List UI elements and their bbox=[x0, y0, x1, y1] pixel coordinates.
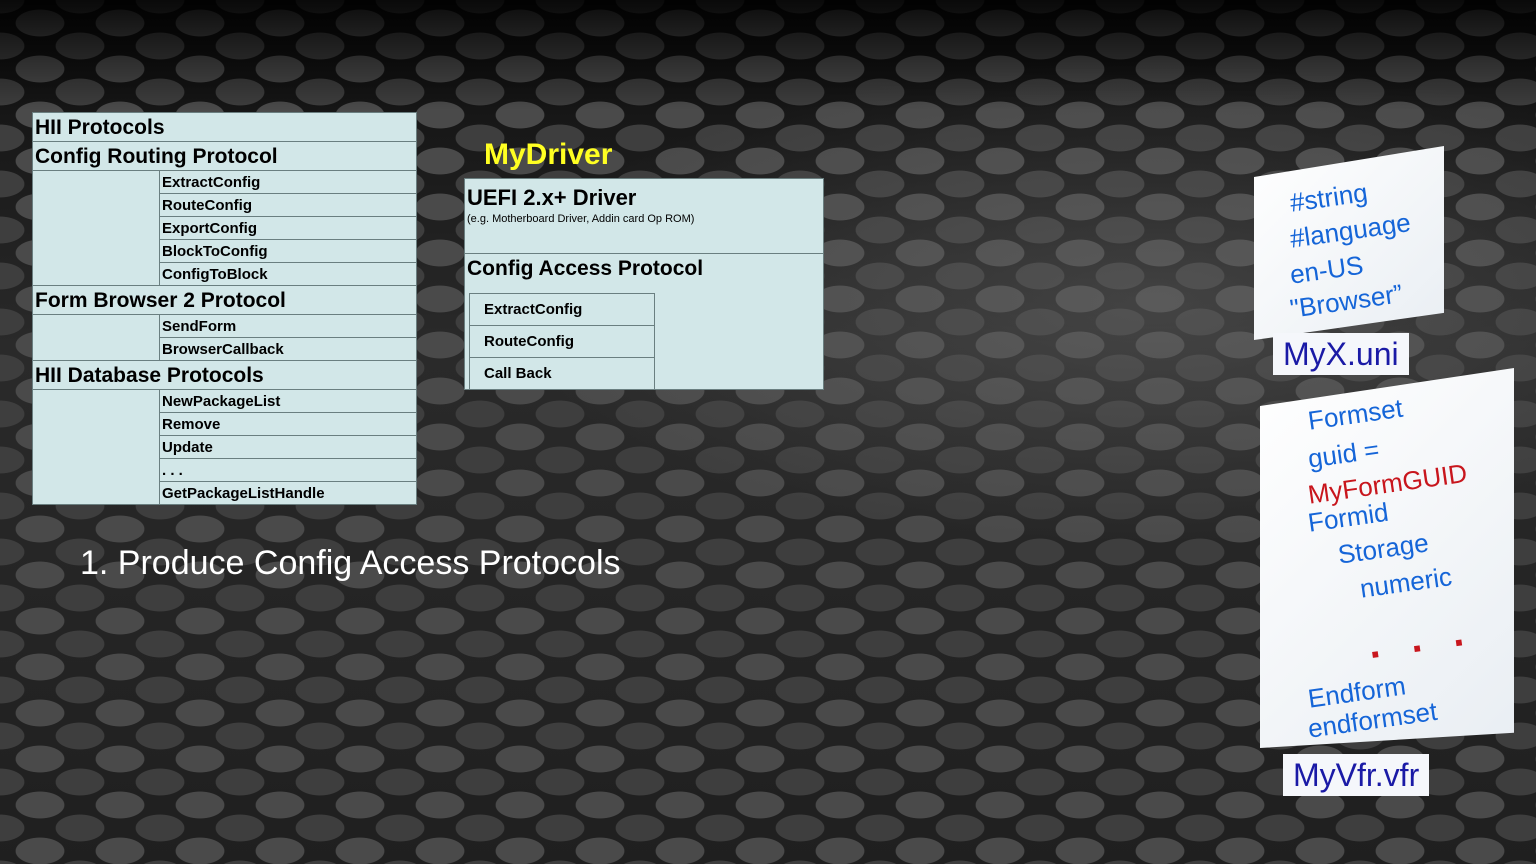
vfr-line: Storage bbox=[1336, 527, 1431, 570]
config-access-title: Config Access Protocol bbox=[467, 257, 704, 280]
vfr-filename: MyVfr.vfr bbox=[1283, 754, 1430, 797]
config-access-table: ExtractConfig RouteConfig Call Back bbox=[469, 293, 655, 390]
indent-cell bbox=[32, 314, 160, 361]
uni-file-card: #string #language en-US "Browser” bbox=[1254, 146, 1444, 340]
hii-database-title: HII Database Protocols bbox=[32, 360, 417, 390]
config-access-item: ExtractConfig bbox=[469, 293, 655, 326]
indent-cell bbox=[32, 170, 160, 286]
vfr-ellipsis: . . . bbox=[1365, 608, 1477, 668]
browser-item: SendForm bbox=[159, 314, 417, 338]
uni-line: #string bbox=[1288, 177, 1370, 218]
driver-divider bbox=[465, 253, 823, 254]
vfr-line: Formset bbox=[1306, 392, 1405, 436]
vfr-line: numeric bbox=[1358, 561, 1454, 604]
form-browser-title: Form Browser 2 Protocol bbox=[32, 285, 417, 315]
indent-cell bbox=[32, 389, 160, 505]
database-item: GetPackageListHandle bbox=[159, 481, 417, 505]
database-item: . . . bbox=[159, 458, 417, 482]
background-shade bbox=[0, 0, 1536, 110]
config-access-item: RouteConfig bbox=[469, 325, 655, 358]
driver-title: UEFI 2.x+ Driver bbox=[467, 185, 637, 210]
vfr-line: guid = bbox=[1306, 434, 1382, 474]
routing-item: ExportConfig bbox=[159, 216, 417, 240]
step-caption: 1. Produce Config Access Protocols bbox=[80, 544, 621, 582]
database-item: Update bbox=[159, 435, 417, 459]
routing-item: BlockToConfig bbox=[159, 239, 417, 263]
config-routing-title: Config Routing Protocol bbox=[32, 141, 417, 171]
routing-item: ConfigToBlock bbox=[159, 262, 417, 286]
config-access-item: Call Back bbox=[469, 357, 655, 390]
vfr-file-card: Formset guid = MyFormGUID Formid Storage… bbox=[1260, 368, 1514, 748]
driver-box: UEFI 2.x+ Driver (e.g. Motherboard Drive… bbox=[464, 178, 824, 390]
driver-name: MyDriver bbox=[484, 138, 613, 171]
routing-item: ExtractConfig bbox=[159, 170, 417, 194]
database-item: Remove bbox=[159, 412, 417, 436]
database-item: NewPackageList bbox=[159, 389, 417, 413]
uni-filename: MyX.uni bbox=[1273, 333, 1409, 376]
routing-item: RouteConfig bbox=[159, 193, 417, 217]
browser-item: BrowserCallback bbox=[159, 337, 417, 361]
hii-title: HII Protocols bbox=[32, 112, 417, 142]
hii-protocols-table: HII Protocols Config Routing Protocol Ex… bbox=[32, 112, 417, 505]
driver-subtitle: (e.g. Motherboard Driver, Addin card Op … bbox=[467, 213, 695, 225]
